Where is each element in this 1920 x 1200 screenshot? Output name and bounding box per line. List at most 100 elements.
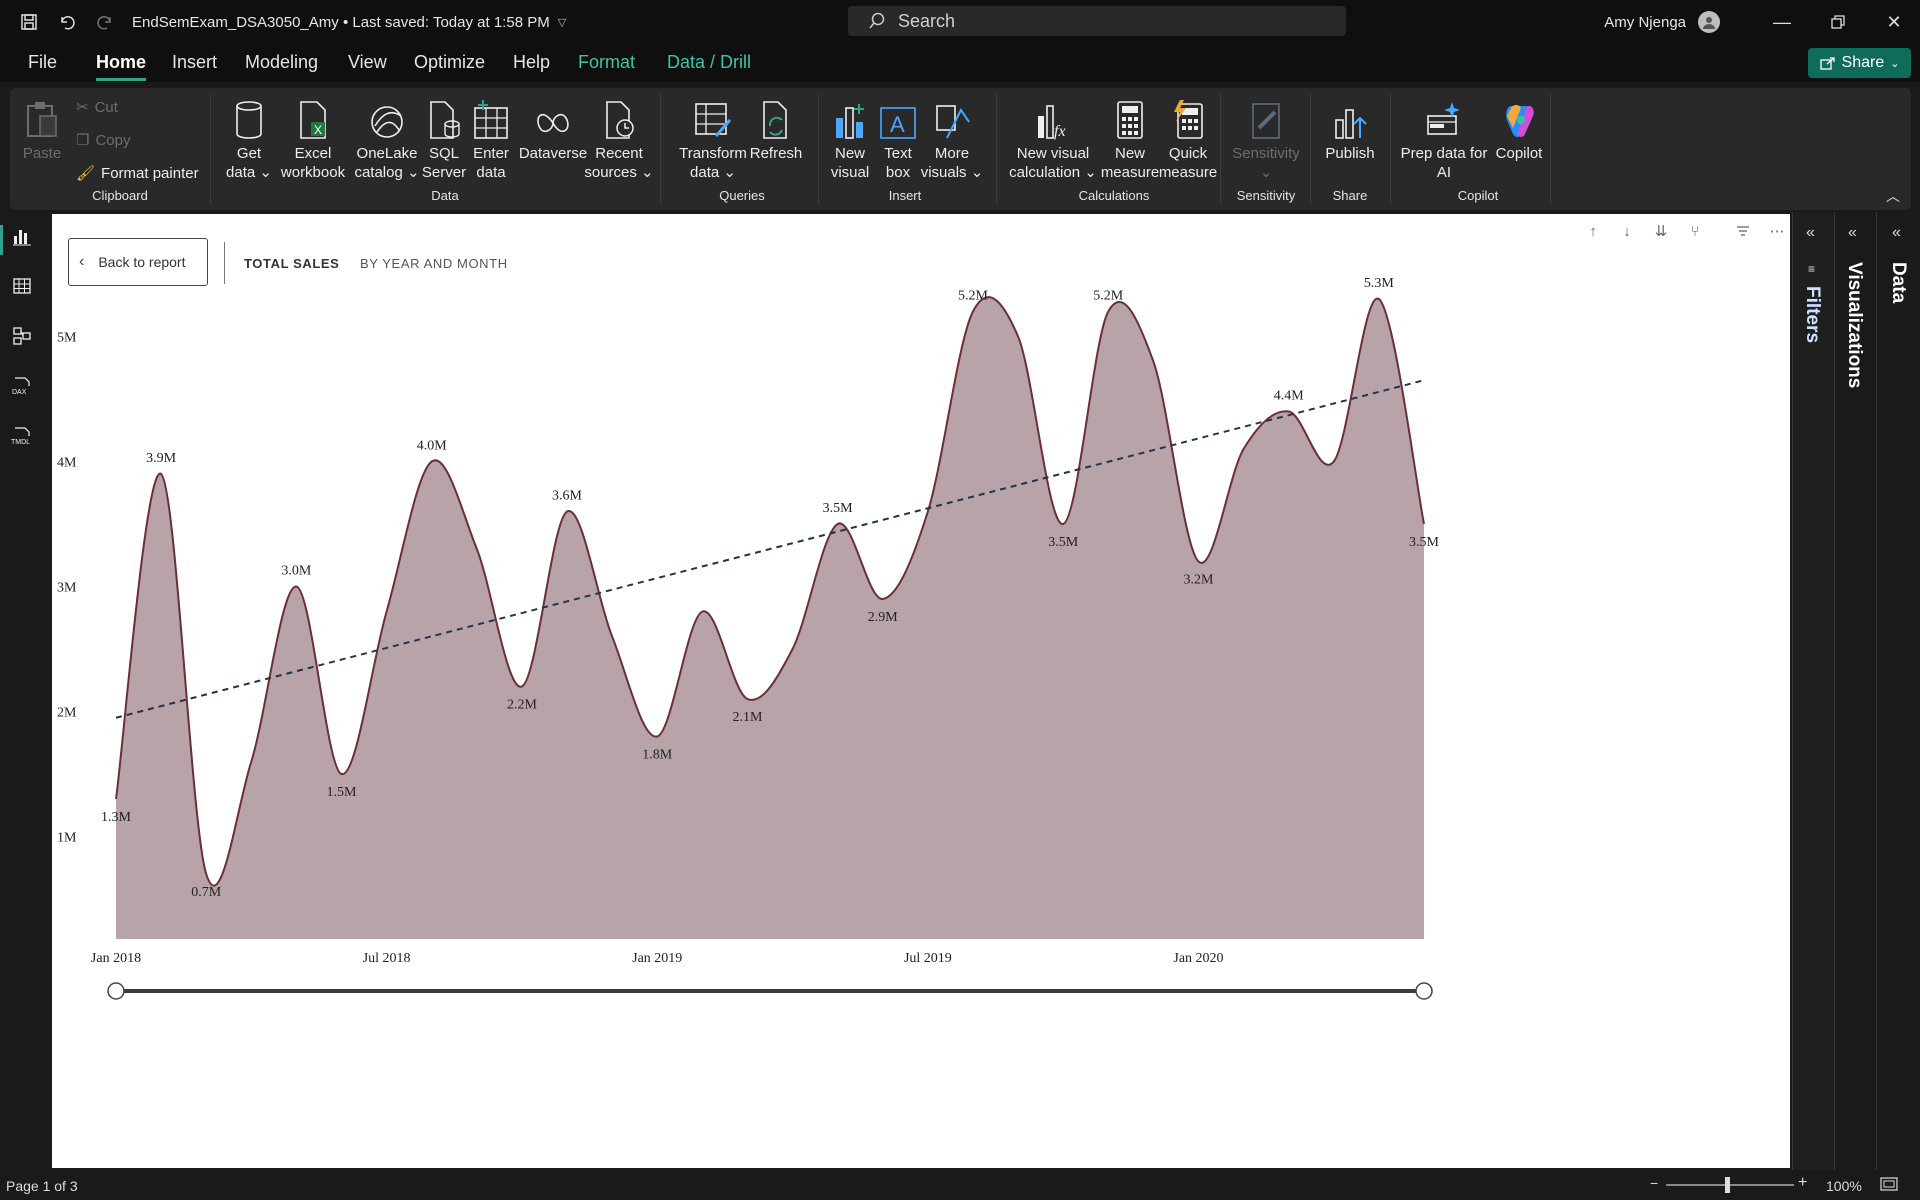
model-view-icon[interactable] (10, 324, 34, 348)
status-bar: Page 1 of 3 − + 100% (0, 1170, 1920, 1200)
tab-data-drill[interactable]: Data / Drill (667, 52, 751, 73)
data-label: 3.9M (146, 451, 177, 466)
expand-data-icon[interactable]: « (1892, 224, 1901, 242)
data-label: 4.0M (417, 439, 448, 454)
menu-bar: File Home Insert Modeling View Optimize … (0, 44, 1920, 82)
tab-insert[interactable]: Insert (172, 52, 217, 73)
user-name: Amy Njenga (1604, 13, 1686, 31)
data-label: 0.7M (191, 885, 222, 900)
range-slider-end-handle[interactable] (1415, 982, 1433, 1000)
text-box-button[interactable]: A Text box (876, 96, 920, 182)
group-label-share: Share (1332, 188, 1368, 203)
filter-icon: ≡ (1808, 262, 1816, 276)
expand-visualizations-icon[interactable]: « (1848, 224, 1857, 242)
quick-measure-button[interactable]: Quick measure (1156, 96, 1220, 182)
tab-optimize[interactable]: Optimize (414, 52, 485, 73)
data-label: Data (1888, 262, 1909, 304)
data-pane[interactable]: « Data (1876, 212, 1920, 1170)
active-view-indicator (0, 225, 3, 255)
search-placeholder: Search (898, 10, 956, 31)
zoom-in-button[interactable]: + (1798, 1174, 1807, 1192)
excel-workbook-button[interactable]: X Excel workbook (272, 96, 354, 182)
new-visual-calculation-button[interactable]: fx New visual calculation ⌄ (998, 96, 1108, 182)
x-tick-label: Jan 2020 (1173, 951, 1223, 966)
zoom-slider-thumb[interactable] (1725, 1177, 1730, 1193)
search-icon (869, 12, 885, 29)
undo-icon[interactable] (48, 0, 86, 44)
chevron-down-icon[interactable]: ▽ (558, 16, 566, 29)
tab-help[interactable]: Help (513, 52, 550, 73)
onelake-catalog-button[interactable]: OneLake catalog ⌄ (346, 96, 428, 182)
visualizations-pane[interactable]: « Visualizations (1834, 212, 1875, 1170)
tmdl-view-icon[interactable]: TMDL (10, 424, 34, 448)
get-data-label: Get (236, 145, 262, 162)
copy-button[interactable]: ❐ Copy (76, 131, 130, 150)
zoom-out-button[interactable]: − (1650, 1175, 1658, 1191)
share-button[interactable]: Share ⌄ (1808, 48, 1911, 78)
publish-button[interactable]: Publish (1320, 96, 1380, 163)
new-visual-calc-label: New visual (1016, 145, 1090, 162)
copilot-button[interactable]: Copilot (1490, 96, 1548, 163)
restore-icon[interactable] (1810, 0, 1866, 44)
new-visual-label-2: visual (830, 164, 870, 181)
svg-text:TMDL: TMDL (11, 439, 30, 446)
data-label: 3.5M (823, 501, 854, 516)
search-box[interactable]: Search (848, 6, 1346, 36)
tab-format[interactable]: Format (578, 52, 635, 73)
dax-query-view-icon[interactable]: DAX (10, 374, 34, 398)
new-visual-button[interactable]: New visual (828, 96, 872, 182)
prep-data-for-ai-button[interactable]: Prep data for AI (1396, 96, 1492, 182)
get-data-button[interactable]: Get data ⌄ (222, 96, 276, 182)
tab-home[interactable]: Home (96, 52, 147, 81)
redo-icon[interactable] (86, 0, 124, 44)
area-fill (116, 297, 1424, 939)
zoom-level[interactable]: 100% (1826, 1178, 1862, 1194)
collapse-ribbon-icon[interactable]: ︿ (1886, 186, 1900, 206)
user-account[interactable]: Amy Njenga (1604, 0, 1720, 44)
dataverse-label: Dataverse (518, 145, 588, 162)
group-label-copilot: Copilot (1457, 188, 1499, 203)
data-label: 5.3M (1364, 276, 1395, 291)
y-tick-label: 4M (57, 456, 77, 471)
tab-modeling[interactable]: Modeling (245, 52, 318, 73)
data-label: 3.6M (552, 489, 583, 504)
fit-to-page-icon[interactable] (1880, 1177, 1898, 1194)
range-slider-start-handle[interactable] (107, 982, 125, 1000)
prep-data-label: Prep data for (1400, 145, 1488, 162)
paste-label: Paste (22, 145, 62, 162)
paste-button[interactable]: Paste (22, 96, 62, 163)
scissors-icon: ✂ (76, 99, 89, 116)
minimize-icon[interactable]: — (1754, 0, 1810, 44)
tab-view[interactable]: View (348, 52, 387, 73)
data-label: 1.8M (642, 748, 673, 763)
group-label-data: Data (431, 188, 459, 203)
data-label: 5.2M (1093, 289, 1124, 304)
data-label: 2.9M (868, 610, 899, 625)
refresh-button[interactable]: Refresh (742, 96, 810, 163)
onelake-label: OneLake (356, 145, 418, 162)
text-box-label: Text (884, 145, 912, 162)
enter-data-button[interactable]: Enter data (466, 96, 516, 182)
sensitivity-button[interactable]: Sensitivity ⌄ (1230, 96, 1302, 182)
new-measure-button[interactable]: New measure (1098, 96, 1162, 182)
ribbon-divider (1390, 94, 1391, 204)
data-label: 1.3M (101, 810, 132, 825)
recent-sources-button[interactable]: Recent sources ⌄ (584, 96, 654, 182)
menu-file[interactable]: File (28, 52, 57, 73)
format-painter-button[interactable]: 🖌 Format painter (76, 164, 199, 183)
report-view-icon[interactable] (10, 224, 34, 248)
recent-label-2: sources (584, 164, 637, 181)
more-visuals-button[interactable]: More visuals ⌄ (918, 96, 986, 182)
zoom-slider[interactable] (1666, 1184, 1794, 1186)
y-tick-label: 3M (57, 581, 77, 596)
sql-server-button[interactable]: SQL Server (418, 96, 470, 182)
refresh-label: Refresh (749, 145, 803, 162)
copilot-label: Copilot (1495, 145, 1543, 162)
cut-button[interactable]: ✂ Cut (76, 98, 118, 117)
filters-pane[interactable]: « ≡ Filters (1792, 212, 1833, 1170)
close-icon[interactable]: ✕ (1866, 0, 1920, 44)
table-view-icon[interactable] (10, 274, 34, 298)
save-icon[interactable] (10, 0, 48, 44)
document-title[interactable]: EndSemExam_DSA3050_Amy • Last saved: Tod… (132, 14, 550, 31)
expand-filters-icon[interactable]: « (1806, 224, 1815, 242)
